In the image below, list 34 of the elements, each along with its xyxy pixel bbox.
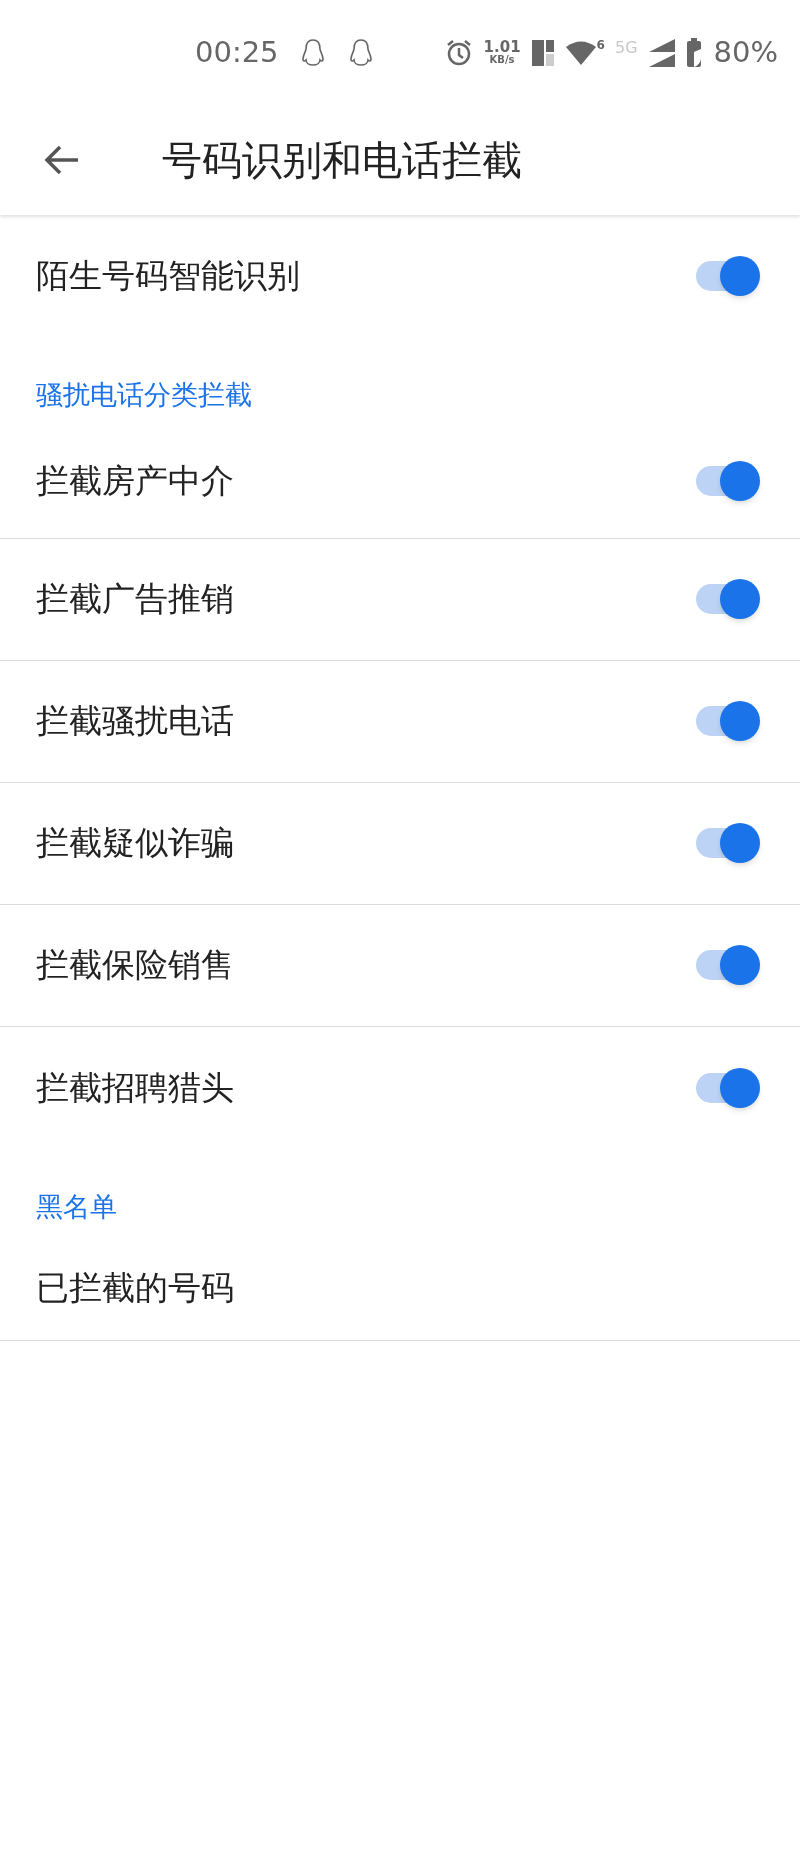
battery-level: 80% xyxy=(713,33,778,71)
page-title: 号码识别和电话拦截 xyxy=(162,136,522,185)
setting-row[interactable]: 已拦截的号码 xyxy=(0,1235,800,1341)
battery-icon xyxy=(685,37,704,68)
setting-row[interactable]: 拦截招聘猎头 xyxy=(0,1026,800,1149)
wifi-standard-label: 6 xyxy=(596,36,605,54)
speed-unit: KB/s xyxy=(489,55,515,65)
toggle-switch[interactable] xyxy=(694,254,760,298)
toggle-switch[interactable] xyxy=(694,943,760,987)
setting-label: 拦截招聘猎头 xyxy=(36,1066,234,1109)
setting-label: 拦截保险销售 xyxy=(36,944,234,987)
setting-row[interactable]: 拦截广告推销 xyxy=(0,538,800,661)
clock-time: 00:25 xyxy=(195,33,279,71)
toggle-switch[interactable] xyxy=(694,821,760,865)
setting-row[interactable]: 拦截疑似诈骗 xyxy=(0,782,800,905)
setting-label: 拦截广告推销 xyxy=(36,578,234,621)
signal-icon xyxy=(647,37,676,68)
back-arrow-icon[interactable] xyxy=(44,144,80,176)
setting-row[interactable]: 拦截保险销售 xyxy=(0,904,800,1027)
setting-label: 已拦截的号码 xyxy=(36,1266,234,1309)
toggle-switch[interactable] xyxy=(694,699,760,743)
setting-row[interactable]: 拦截房产中介 xyxy=(0,423,800,539)
setting-row[interactable]: 拦截骚扰电话 xyxy=(0,660,800,783)
setting-row[interactable]: 陌生号码智能识别 xyxy=(0,215,800,337)
section-header: 骚扰电话分类拦截 xyxy=(36,379,252,410)
setting-label: 拦截骚扰电话 xyxy=(36,700,234,743)
setting-label: 拦截疑似诈骗 xyxy=(36,822,234,865)
wifi-icon xyxy=(564,39,597,66)
sim-icon xyxy=(530,37,555,68)
setting-label: 拦截房产中介 xyxy=(36,459,234,502)
network-speed: 1.01 xyxy=(483,40,521,55)
section-header: 黑名单 xyxy=(36,1190,117,1222)
toggle-switch[interactable] xyxy=(694,577,760,621)
setting-label: 陌生号码智能识别 xyxy=(36,255,300,298)
